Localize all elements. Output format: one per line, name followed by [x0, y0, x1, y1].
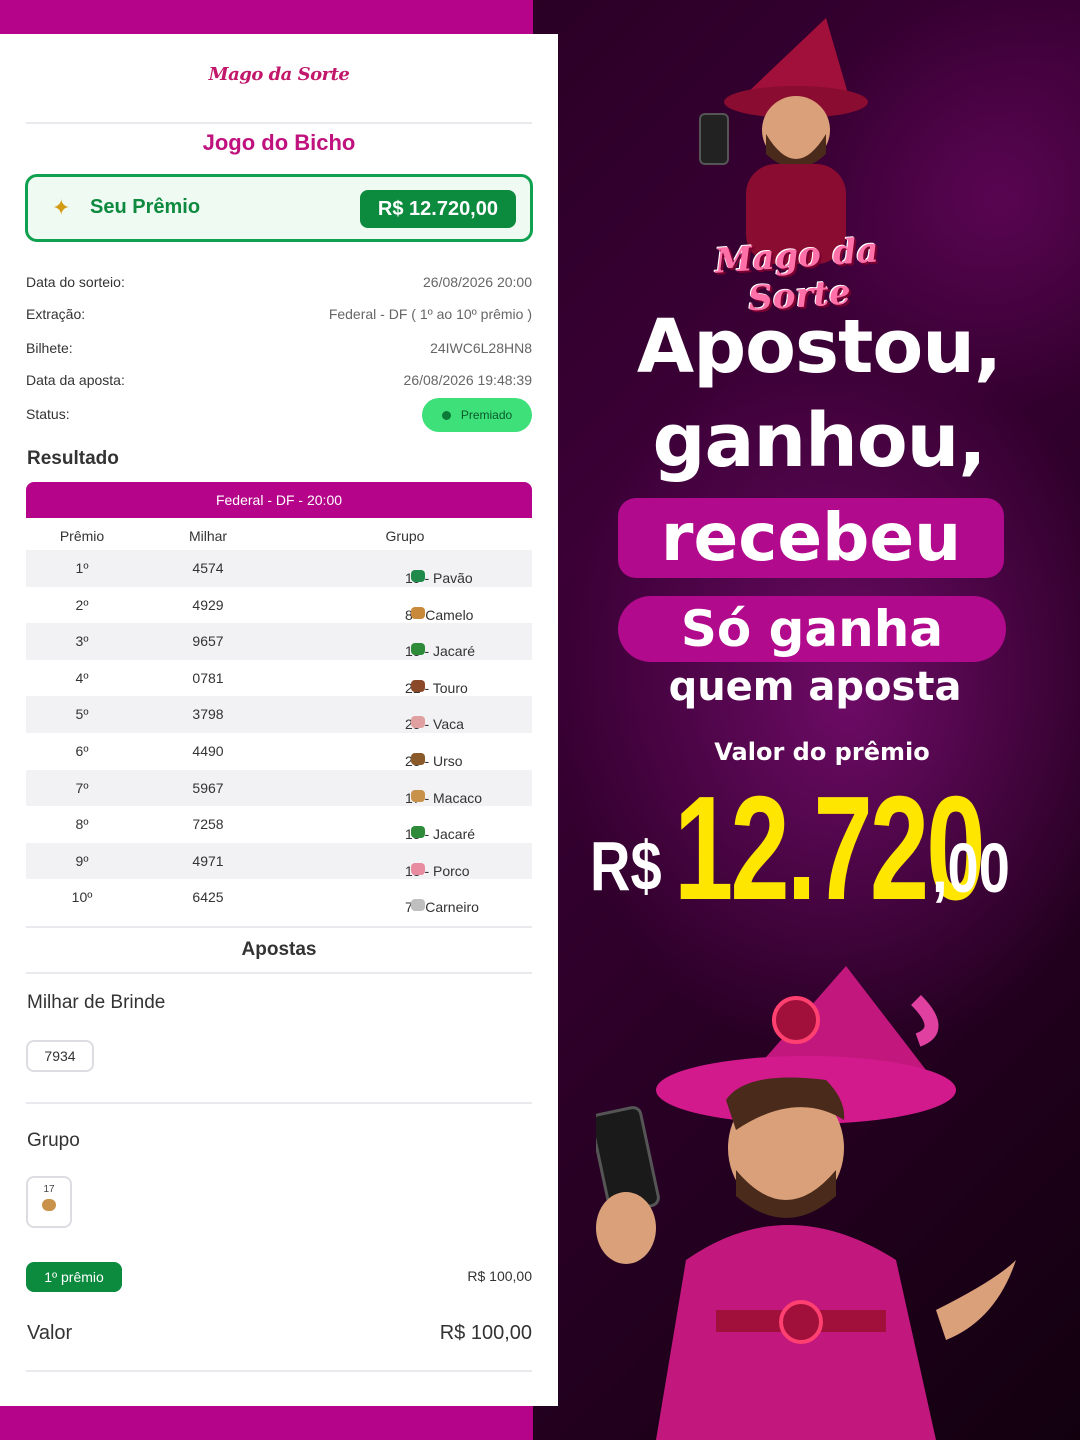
status-dot-icon [441, 411, 451, 421]
prize-position-cell: 1º [75, 560, 89, 576]
info-key: Status: [26, 406, 70, 422]
milhar-cell: 9657 [192, 633, 224, 650]
divider [26, 122, 532, 124]
headline-line-2: ganhou, [652, 398, 987, 484]
prize-position-cell: 2º [75, 596, 89, 613]
prize-position-tag: 1º prêmio [26, 1262, 122, 1292]
cow-icon [411, 716, 425, 729]
info-row-draw-date: Data do sorteio: 26/08/2026 20:00 [26, 274, 532, 296]
bottom-accent-bar [0, 1406, 533, 1440]
info-value: Federal - DF ( 1º ao 10º prêmio ) [328, 306, 532, 322]
table-row: 6º 4490 23 - Urso [26, 733, 532, 770]
milhar-cell: 5967 [192, 779, 224, 796]
prize-position-cell: 5º [75, 706, 89, 723]
headline-line-3: recebeu [660, 499, 962, 576]
table-row: 8º 7258 15 - Jacaré [26, 806, 532, 843]
column-header: Prêmio [59, 528, 105, 544]
info-key: Bilhete: [26, 340, 73, 356]
bets-heading: Apostas [241, 939, 317, 960]
table-row: 7º 5967 17 - Macaco [26, 769, 532, 807]
prize-position-cell: 9º [75, 852, 89, 869]
result-table: 1º 4574 19 - Pavão 2º 4929 8 - Camelo 3º 9657 15… [26, 550, 532, 916]
prize-currency: R$ [590, 827, 662, 905]
milhar-cell: 4929 [192, 596, 224, 613]
table-row: 5º 3798 25 - Vaca [26, 696, 532, 733]
prize-card: ✦ Seu Prêmio R$ 12.720,00 [25, 174, 533, 242]
prize-position-cell: 7º [75, 779, 89, 796]
peacock-icon [411, 570, 425, 582]
tagline-line-2: quem aposta [668, 664, 962, 710]
bet-receipt-panel: Mago da Sorte Jogo do Bicho ✦ Seu Prêmio… [0, 34, 558, 1406]
info-value: 26/08/2026 20:00 [423, 274, 532, 290]
info-key: Data da aposta: [26, 372, 125, 388]
milhar-cell: 4971 [192, 852, 224, 869]
bet-line-amount: R$ 100,00 [467, 1268, 532, 1284]
monkey-icon [411, 789, 425, 802]
info-key: Data do sorteio: [26, 274, 125, 290]
total-label: Valor [27, 1322, 73, 1344]
result-draw-header: Federal - DF - 20:00 [26, 482, 532, 518]
alligator-icon [411, 643, 425, 656]
info-row-bet-date: Data da aposta: 26/08/2026 19:48:39 [26, 372, 532, 394]
info-key: Extração: [26, 306, 86, 322]
party-popper-icon: ✦ [52, 195, 71, 220]
divider [26, 1102, 532, 1104]
table-row: 10º 6425 7 - Carneiro [26, 879, 532, 916]
wizard-mascot-bottom [596, 966, 1016, 1440]
milhar-brinde-chip: 7934 [26, 1040, 94, 1072]
prize-position-cell: 8º [75, 816, 89, 833]
result-heading: Resultado [27, 448, 119, 469]
milhar-cell: 4574 [192, 560, 224, 576]
divider [26, 972, 532, 974]
bear-icon [411, 752, 425, 765]
prize-caption: Valor do prêmio [714, 738, 930, 766]
prize-position-cell: 10º [71, 889, 93, 906]
milhar-cell: 3798 [192, 706, 224, 723]
alligator-icon [411, 826, 425, 839]
table-row: 4º 0781 21 - Touro [26, 660, 532, 697]
prize-position-cell: 3º [75, 633, 89, 650]
result-column-headers: Prêmio Milhar Grupo [26, 524, 532, 550]
page-title: Jogo do Bicho [202, 130, 356, 155]
column-header: Grupo [385, 528, 425, 544]
milhar-cell: 6425 [192, 889, 224, 906]
prize-position-cell: 4º [75, 669, 89, 686]
milhar-brinde-label: Milhar de Brinde [27, 992, 166, 1013]
ram-icon [411, 899, 425, 912]
table-row: 9º 4971 18 - Porco [26, 842, 532, 880]
prize-amount-badge: R$ 12.720,00 [359, 190, 516, 228]
prize-label: Seu Prêmio [90, 196, 201, 218]
pig-icon [411, 862, 425, 875]
table-row: 3º 9657 15 - Jacaré [26, 623, 532, 660]
camel-icon [411, 606, 425, 619]
headline-line-1: Apostou, [636, 304, 1002, 390]
grupo-chip: 17 [26, 1176, 72, 1228]
prize-amount-cents: ,00 [932, 829, 1010, 907]
grupo-number: 17 [43, 1184, 55, 1195]
column-header: Milhar [188, 528, 228, 544]
milhar-cell: 0781 [192, 669, 224, 686]
milhar-cell: 4490 [192, 742, 224, 759]
table-row: 1º 4574 19 - Pavão [26, 550, 532, 587]
grupo-label: Grupo [27, 1130, 80, 1151]
tagline-line-1: Só ganha [680, 600, 944, 658]
prize-position-cell: 6º [75, 742, 89, 759]
total-amount: R$ 100,00 [439, 1322, 532, 1344]
divider [26, 926, 532, 928]
prize-value-display: R$ 12.720 ,00 [590, 766, 1070, 940]
info-row-extraction: Extração: Federal - DF ( 1º ao 10º prêmi… [26, 306, 532, 328]
info-row-status: Status: Premiado [26, 398, 532, 432]
info-value: 26/08/2026 19:48:39 [403, 372, 532, 388]
milhar-cell: 7258 [192, 816, 224, 833]
bull-icon [411, 679, 425, 692]
divider [26, 1370, 532, 1372]
info-value: 24IWC6L28HN8 [430, 340, 532, 356]
app-logo: Mago da Sorte [208, 64, 350, 85]
info-row-ticket: Bilhete: 24IWC6L28HN8 [26, 340, 532, 362]
monkey-icon [42, 1199, 56, 1211]
table-row: 2º 4929 8 - Camelo [26, 587, 532, 624]
top-accent-bar [0, 0, 533, 34]
status-badge: Premiado [422, 398, 532, 432]
